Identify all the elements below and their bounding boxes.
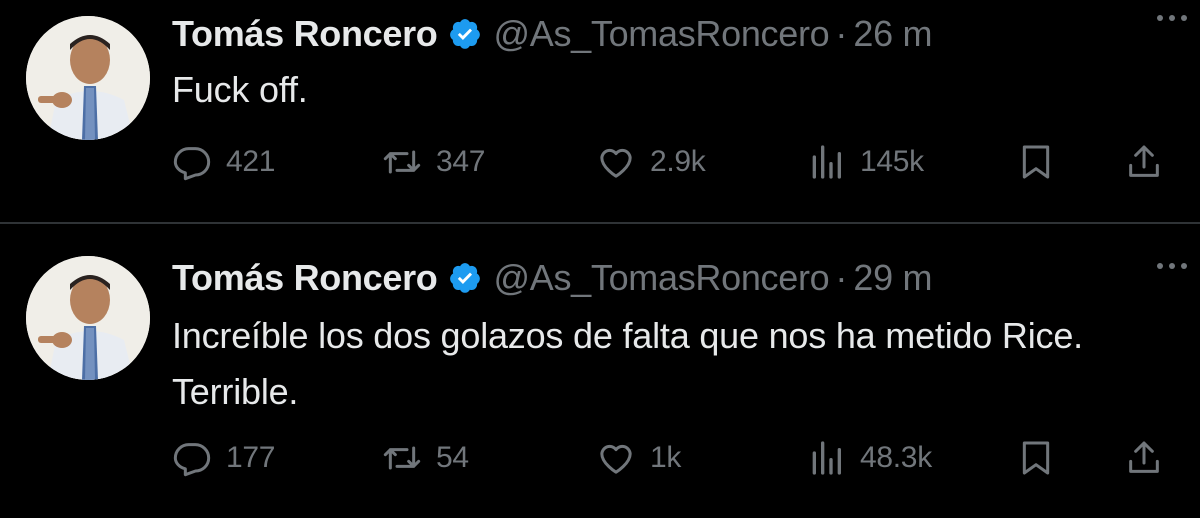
timestamp[interactable]: 29 m [853, 257, 932, 299]
tweet[interactable]: Tomás Roncero @As_TomasRoncero · 29 m In… [0, 224, 1200, 518]
views-button[interactable]: 48.3k [806, 432, 932, 484]
retweet-button[interactable]: 54 [382, 432, 469, 484]
retweet-icon [382, 142, 422, 182]
retweet-button[interactable]: 347 [382, 136, 485, 188]
timestamp[interactable]: 26 m [853, 13, 932, 55]
avatar[interactable] [26, 16, 150, 140]
retweet-count: 347 [436, 145, 486, 178]
share-button[interactable] [1124, 432, 1164, 484]
author-name[interactable]: Tomás Roncero [172, 257, 438, 299]
bookmark-icon [1016, 438, 1056, 478]
share-button[interactable] [1124, 136, 1164, 188]
retweet-count: 54 [436, 441, 469, 474]
views-count: 145k [860, 145, 924, 178]
retweet-icon [382, 438, 422, 478]
share-icon [1124, 142, 1164, 182]
tweet-actions: 177 54 1k 48.3k [0, 432, 1200, 484]
reply-button[interactable]: 177 [172, 432, 275, 484]
bookmark-button[interactable] [1016, 136, 1056, 188]
views-icon [806, 438, 846, 478]
separator-dot: · [835, 13, 848, 54]
reply-button[interactable]: 421 [172, 136, 275, 188]
author-handle[interactable]: @As_TomasRoncero [494, 257, 830, 299]
like-count: 1k [650, 441, 682, 474]
reply-count: 421 [226, 145, 276, 178]
author-name[interactable]: Tomás Roncero [172, 13, 438, 55]
tweet-header: Tomás Roncero @As_TomasRoncero · 29 m [172, 256, 1180, 300]
like-icon [596, 142, 636, 182]
like-icon [596, 438, 636, 478]
avatar[interactable] [26, 256, 150, 380]
tweet-text: Fuck off. [172, 69, 308, 110]
more-icon[interactable] [1152, 8, 1192, 28]
tweet-header: Tomás Roncero @As_TomasRoncero · 26 m [172, 12, 1180, 56]
bookmark-button[interactable] [1016, 432, 1056, 484]
views-count: 48.3k [860, 441, 932, 474]
like-button[interactable]: 1k [596, 432, 681, 484]
reply-icon [172, 142, 212, 182]
reply-icon [172, 438, 212, 478]
tweet[interactable]: Tomás Roncero @As_TomasRoncero · 26 m Fu… [0, 0, 1200, 222]
tweet-text: Increíble los dos golazos de falta que n… [172, 315, 1083, 412]
verified-badge-icon [448, 17, 482, 51]
bookmark-icon [1016, 142, 1056, 182]
tweet-actions: 421 347 2.9k 145k [0, 136, 1200, 188]
separator-dot: · [835, 257, 848, 298]
author-handle[interactable]: @As_TomasRoncero [494, 13, 830, 55]
like-button[interactable]: 2.9k [596, 136, 706, 188]
views-icon [806, 142, 846, 182]
like-count: 2.9k [650, 145, 706, 178]
more-icon[interactable] [1152, 256, 1192, 276]
views-button[interactable]: 145k [806, 136, 924, 188]
share-icon [1124, 438, 1164, 478]
verified-badge-icon [448, 261, 482, 295]
reply-count: 177 [226, 441, 276, 474]
